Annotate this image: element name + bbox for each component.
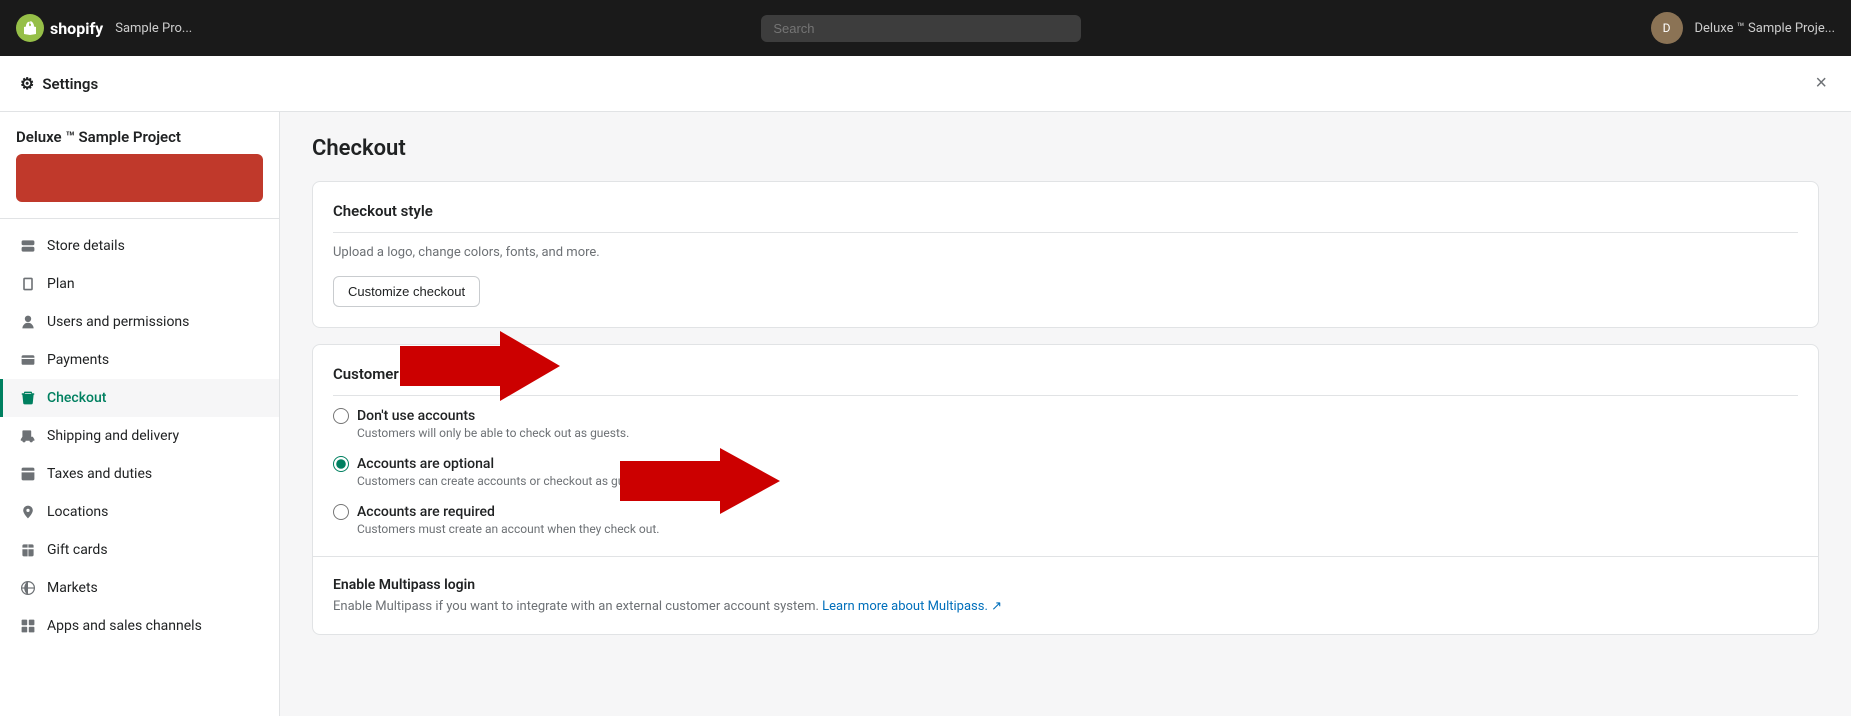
settings-title-area: ⚙ Settings — [20, 74, 98, 93]
multipass-link[interactable]: Learn more about Multipass. ↗ — [822, 599, 1002, 614]
sidebar-item-payments[interactable]: Payments — [0, 341, 279, 379]
store-section: Deluxe ™ Sample Project — [0, 128, 279, 219]
customer-accounts-card: Customer accounts Don't use accounts Cus… — [312, 344, 1819, 635]
search-input[interactable] — [761, 15, 1081, 42]
required-accounts-radio[interactable] — [333, 504, 349, 520]
payments-icon — [19, 351, 37, 369]
checkout-style-card: Checkout style Upload a logo, change col… — [312, 181, 1819, 328]
sidebar-item-label: Plan — [47, 276, 75, 292]
divider — [333, 395, 1798, 396]
no-accounts-label[interactable]: Don't use accounts — [333, 408, 1798, 424]
required-accounts-desc: Customers must create an account when th… — [357, 522, 1798, 536]
multipass-title: Enable Multipass login — [333, 577, 1798, 593]
user-name: Deluxe ™ Sample Proje... — [1695, 21, 1836, 36]
users-icon — [19, 313, 37, 331]
customer-accounts-section: Customer accounts Don't use accounts Cus… — [313, 345, 1818, 556]
store-details-icon — [19, 237, 37, 255]
sidebar-item-label: Payments — [47, 352, 109, 368]
optional-accounts-option: Accounts are optional Customers can crea… — [333, 456, 1798, 488]
sidebar-item-checkout[interactable]: Checkout — [0, 379, 279, 417]
sidebar-item-gift-cards[interactable]: Gift cards — [0, 531, 279, 569]
multipass-section: Enable Multipass login Enable Multipass … — [313, 556, 1818, 634]
checkout-style-section: Checkout style Upload a logo, change col… — [313, 182, 1818, 327]
sidebar-item-label: Markets — [47, 580, 98, 596]
sidebar-item-label: Store details — [47, 238, 125, 254]
sidebar-store-title: Deluxe ™ Sample Project — [16, 128, 263, 146]
checkout-icon — [19, 389, 37, 407]
checkout-style-desc: Upload a logo, change colors, fonts, and… — [333, 245, 1798, 260]
checkout-style-title: Checkout style — [333, 202, 1798, 220]
sidebar-item-label: Locations — [47, 504, 108, 520]
settings-header: ⚙ Settings × — [0, 56, 1851, 112]
locations-icon — [19, 503, 37, 521]
settings-title-text: Settings — [42, 75, 98, 93]
required-accounts-text: Accounts are required — [357, 504, 495, 520]
multipass-desc: Enable Multipass if you want to integrat… — [333, 599, 1798, 614]
external-link-icon: ↗ — [991, 599, 1002, 614]
customize-checkout-button[interactable]: Customize checkout — [333, 276, 480, 307]
customer-accounts-options: Don't use accounts Customers will only b… — [333, 408, 1798, 536]
plan-icon — [19, 275, 37, 293]
page-title: Checkout — [312, 136, 1819, 161]
divider — [333, 232, 1798, 233]
apps-icon — [19, 617, 37, 635]
taxes-icon — [19, 465, 37, 483]
optional-accounts-text: Accounts are optional — [357, 456, 494, 472]
optional-accounts-radio[interactable] — [333, 456, 349, 472]
main-content: Checkout Checkout style Upload a logo, c… — [280, 112, 1851, 716]
sidebar-item-label: Apps and sales channels — [47, 618, 202, 634]
sidebar-item-shipping-delivery[interactable]: Shipping and delivery — [0, 417, 279, 455]
settings-window: ⚙ Settings × Deluxe ™ Sample Project Sto… — [0, 56, 1851, 716]
optional-accounts-label[interactable]: Accounts are optional — [333, 456, 1798, 472]
shopify-wordmark: shopify — [50, 19, 103, 38]
shopify-logo-icon — [16, 14, 44, 42]
settings-body: Deluxe ™ Sample Project Store details Pl… — [0, 112, 1851, 716]
gift-cards-icon — [19, 541, 37, 559]
gear-icon: ⚙ — [20, 74, 34, 93]
sidebar-item-apps-sales-channels[interactable]: Apps and sales channels — [0, 607, 279, 645]
markets-icon — [19, 579, 37, 597]
sidebar-item-label: Users and permissions — [47, 314, 189, 330]
avatar: D — [1651, 12, 1683, 44]
required-accounts-option: Accounts are required Customers must cre… — [333, 504, 1798, 536]
sidebar-item-plan[interactable]: Plan — [0, 265, 279, 303]
no-accounts-option: Don't use accounts Customers will only b… — [333, 408, 1798, 440]
sidebar: Deluxe ™ Sample Project Store details Pl… — [0, 112, 280, 716]
required-accounts-label[interactable]: Accounts are required — [333, 504, 1798, 520]
customer-accounts-title: Customer accounts — [333, 365, 1798, 383]
sidebar-item-taxes-duties[interactable]: Taxes and duties — [0, 455, 279, 493]
sidebar-item-markets[interactable]: Markets — [0, 569, 279, 607]
sidebar-item-label: Taxes and duties — [47, 466, 152, 482]
sidebar-item-label: Shipping and delivery — [47, 428, 179, 444]
sidebar-item-store-details[interactable]: Store details — [0, 227, 279, 265]
sidebar-item-label: Checkout — [47, 390, 106, 406]
store-name-topbar: Sample Pro... — [115, 21, 192, 36]
shipping-icon — [19, 427, 37, 445]
no-accounts-text: Don't use accounts — [357, 408, 475, 424]
no-accounts-radio[interactable] — [333, 408, 349, 424]
sidebar-item-users-permissions[interactable]: Users and permissions — [0, 303, 279, 341]
shopify-logo: shopify — [16, 14, 103, 42]
topbar-right: D Deluxe ™ Sample Proje... — [1651, 12, 1836, 44]
topbar: shopify Sample Pro... D Deluxe ™ Sample … — [0, 0, 1851, 56]
no-accounts-desc: Customers will only be able to check out… — [357, 426, 1798, 440]
optional-accounts-desc: Customers can create accounts or checkou… — [357, 474, 1798, 488]
sidebar-item-locations[interactable]: Locations — [0, 493, 279, 531]
store-banner — [16, 154, 263, 202]
close-button[interactable]: × — [1811, 68, 1831, 99]
nav-list: Store details Plan Users and permissions — [0, 219, 279, 653]
sidebar-item-label: Gift cards — [47, 542, 108, 558]
topbar-left: shopify Sample Pro... — [16, 14, 192, 42]
